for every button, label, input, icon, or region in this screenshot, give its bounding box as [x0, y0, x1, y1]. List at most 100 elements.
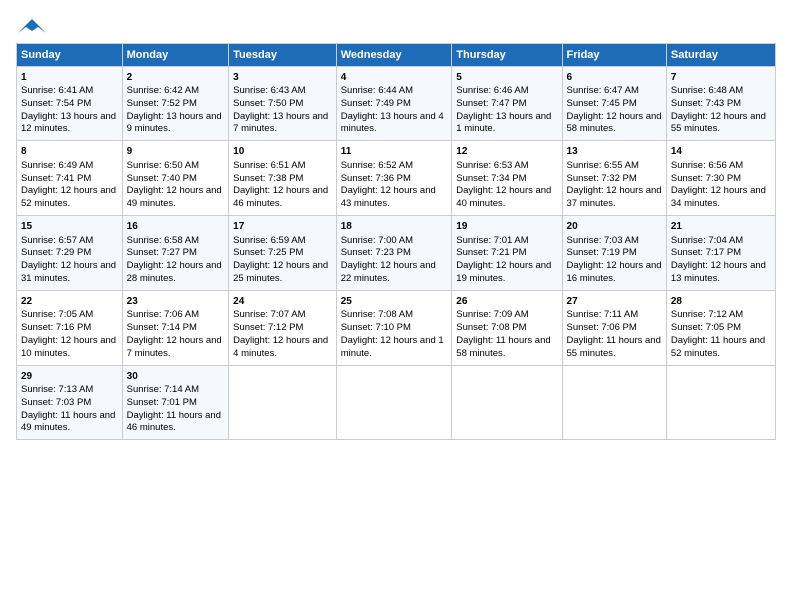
- day-cell: 9Sunrise: 6:50 AMSunset: 7:40 PMDaylight…: [122, 141, 229, 216]
- sunrise-text: Sunrise: 7:01 AM: [456, 235, 528, 246]
- day-cell: 3Sunrise: 6:43 AMSunset: 7:50 PMDaylight…: [229, 66, 337, 141]
- day-number: 18: [341, 220, 448, 234]
- sunset-text: Sunset: 7:50 PM: [233, 98, 303, 109]
- daylight-text: Daylight: 13 hours and 12 minutes.: [21, 111, 116, 135]
- day-number: 25: [341, 295, 448, 309]
- day-cell: 16Sunrise: 6:58 AMSunset: 7:27 PMDayligh…: [122, 216, 229, 291]
- day-number: 3: [233, 71, 332, 85]
- day-cell: [562, 365, 666, 440]
- sunset-text: Sunset: 7:25 PM: [233, 247, 303, 258]
- sunset-text: Sunset: 7:19 PM: [567, 247, 637, 258]
- sunset-text: Sunset: 7:47 PM: [456, 98, 526, 109]
- header-thursday: Thursday: [452, 43, 562, 66]
- sunset-text: Sunset: 7:34 PM: [456, 173, 526, 184]
- daylight-text: Daylight: 12 hours and 46 minutes.: [233, 185, 328, 209]
- sunset-text: Sunset: 7:52 PM: [127, 98, 197, 109]
- sunrise-text: Sunrise: 7:12 AM: [671, 309, 743, 320]
- header-tuesday: Tuesday: [229, 43, 337, 66]
- day-cell: 14Sunrise: 6:56 AM Sunset: 7:30 PMDayligh…: [666, 141, 775, 216]
- sunrise-text: Sunrise: 6:48 AM: [671, 85, 743, 96]
- sunrise-text: Sunrise: 6:55 AM: [567, 160, 639, 171]
- sunset-text: Sunset: 7:45 PM: [567, 98, 637, 109]
- sunrise-text: Sunrise: 6:49 AM: [21, 160, 93, 171]
- logo-bird-icon: [18, 17, 46, 35]
- day-cell: 18Sunrise: 7:00 AMSunset: 7:23 PMDayligh…: [336, 216, 452, 291]
- day-number: 7: [671, 71, 771, 85]
- daylight-text: Daylight: 12 hours and 43 minutes.: [341, 185, 436, 209]
- day-number: 2: [127, 71, 225, 85]
- daylight-text: Daylight: 11 hours and 49 minutes.: [21, 410, 115, 434]
- sunrise-text: Sunrise: 6:44 AM: [341, 85, 413, 96]
- day-cell: 25Sunrise: 7:08 AM Sunset: 7:10 PM Dayligh…: [336, 290, 452, 365]
- week-row-5: 29Sunrise: 7:13 AMSunset: 7:03 PMDayligh…: [17, 365, 776, 440]
- sunrise-text: Sunrise: 7:09 AM: [456, 309, 528, 320]
- sunset-text: Sunset: 7:10 PM: [341, 322, 411, 333]
- header-friday: Friday: [562, 43, 666, 66]
- day-cell: 24Sunrise: 7:07 AMSunset: 7:12 PMDayligh…: [229, 290, 337, 365]
- sunset-text: Sunset: 7:38 PM: [233, 173, 303, 184]
- day-number: 28: [671, 295, 771, 309]
- daylight-text: Daylight: 12 hours and 58 minutes.: [567, 111, 662, 135]
- sunset-text: Sunset: 7:01 PM: [127, 397, 197, 408]
- daylight-text: Daylight: 11 hours and 55 minutes.: [567, 335, 661, 359]
- sunrise-text: Sunrise: 6:46 AM: [456, 85, 528, 96]
- sunset-text: Sunset: 7:43 PM: [671, 98, 741, 109]
- day-cell: 5Sunrise: 6:46 AMSunset: 7:47 PMDaylight…: [452, 66, 562, 141]
- daylight-text: Daylight: 12 hours and 19 minutes.: [456, 260, 551, 284]
- daylight-text: Daylight: 12 hours and 55 minutes.: [671, 111, 766, 135]
- week-row-1: 1Sunrise: 6:41 AMSunset: 7:54 PMDaylight…: [17, 66, 776, 141]
- daylight-text: Daylight: 12 hours and 1 minute.: [341, 335, 444, 359]
- daylight-text: Daylight: 12 hours and 34 minutes.: [671, 185, 766, 209]
- sunset-text: Sunset: 7:30 PM: [671, 173, 741, 184]
- day-cell: 23Sunrise: 7:06 AM Sunset: 7:14 PM Dayligh…: [122, 290, 229, 365]
- sunrise-text: Sunrise: 7:07 AM: [233, 309, 305, 320]
- day-number: 8: [21, 145, 118, 159]
- sunset-text: Sunset: 7:06 PM: [567, 322, 637, 333]
- sunrise-text: Sunrise: 7:13 AM: [21, 384, 93, 395]
- day-cell: 21Sunrise: 7:04 AMSunset: 7:17 PMDayligh…: [666, 216, 775, 291]
- day-number: 23: [127, 295, 225, 309]
- daylight-text: Daylight: 13 hours and 1 minute.: [456, 111, 551, 135]
- sunset-text: Sunset: 7:49 PM: [341, 98, 411, 109]
- day-cell: 29Sunrise: 7:13 AMSunset: 7:03 PMDayligh…: [17, 365, 123, 440]
- week-row-3: 15Sunrise: 6:57 AMSunset: 7:29 PMDayligh…: [17, 216, 776, 291]
- sunset-text: Sunset: 7:05 PM: [671, 322, 741, 333]
- daylight-text: Daylight: 12 hours and 7 minutes.: [127, 335, 222, 359]
- sunset-text: Sunset: 7:08 PM: [456, 322, 526, 333]
- day-number: 26: [456, 295, 557, 309]
- sunset-text: Sunset: 7:12 PM: [233, 322, 303, 333]
- week-row-2: 8Sunrise: 6:49 AM Sunset: 7:41 PM Daylight…: [17, 141, 776, 216]
- header-wednesday: Wednesday: [336, 43, 452, 66]
- sunset-text: Sunset: 7:41 PM: [21, 173, 91, 184]
- sunrise-text: Sunrise: 7:06 AM: [127, 309, 199, 320]
- sunrise-text: Sunrise: 6:56 AM: [671, 160, 743, 171]
- day-number: 6: [567, 71, 662, 85]
- sunset-text: Sunset: 7:03 PM: [21, 397, 91, 408]
- day-number: 4: [341, 71, 448, 85]
- daylight-text: Daylight: 12 hours and 10 minutes.: [21, 335, 116, 359]
- day-number: 14: [671, 145, 771, 159]
- sunrise-text: Sunrise: 7:08 AM: [341, 309, 413, 320]
- sunset-text: Sunset: 7:14 PM: [127, 322, 197, 333]
- sunrise-text: Sunrise: 7:04 AM: [671, 235, 743, 246]
- daylight-text: Daylight: 11 hours and 58 minutes.: [456, 335, 550, 359]
- daylight-text: Daylight: 12 hours and 16 minutes.: [567, 260, 662, 284]
- day-cell: 6Sunrise: 6:47 AMSunset: 7:45 PMDaylight…: [562, 66, 666, 141]
- sunrise-text: Sunrise: 6:52 AM: [341, 160, 413, 171]
- sunrise-text: Sunrise: 6:50 AM: [127, 160, 199, 171]
- sunrise-text: Sunrise: 6:42 AM: [127, 85, 199, 96]
- day-number: 30: [127, 370, 225, 384]
- daylight-text: Daylight: 12 hours and 28 minutes.: [127, 260, 222, 284]
- header-monday: Monday: [122, 43, 229, 66]
- sunrise-text: Sunrise: 6:57 AM: [21, 235, 93, 246]
- day-number: 13: [567, 145, 662, 159]
- day-cell: 1Sunrise: 6:41 AMSunset: 7:54 PMDaylight…: [17, 66, 123, 141]
- sunrise-text: Sunrise: 6:41 AM: [21, 85, 93, 96]
- day-cell: 11Sunrise: 6:52 AMSunset: 7:36 PMDayligh…: [336, 141, 452, 216]
- calendar-table: SundayMondayTuesdayWednesdayThursdayFrid…: [16, 43, 776, 441]
- day-cell: 30Sunrise: 7:14 AMSunset: 7:01 PMDayligh…: [122, 365, 229, 440]
- day-number: 11: [341, 145, 448, 159]
- daylight-text: Daylight: 12 hours and 22 minutes.: [341, 260, 436, 284]
- sunrise-text: Sunrise: 7:00 AM: [341, 235, 413, 246]
- day-cell: 8Sunrise: 6:49 AMSunset: 7:41 PMDaylight…: [17, 141, 123, 216]
